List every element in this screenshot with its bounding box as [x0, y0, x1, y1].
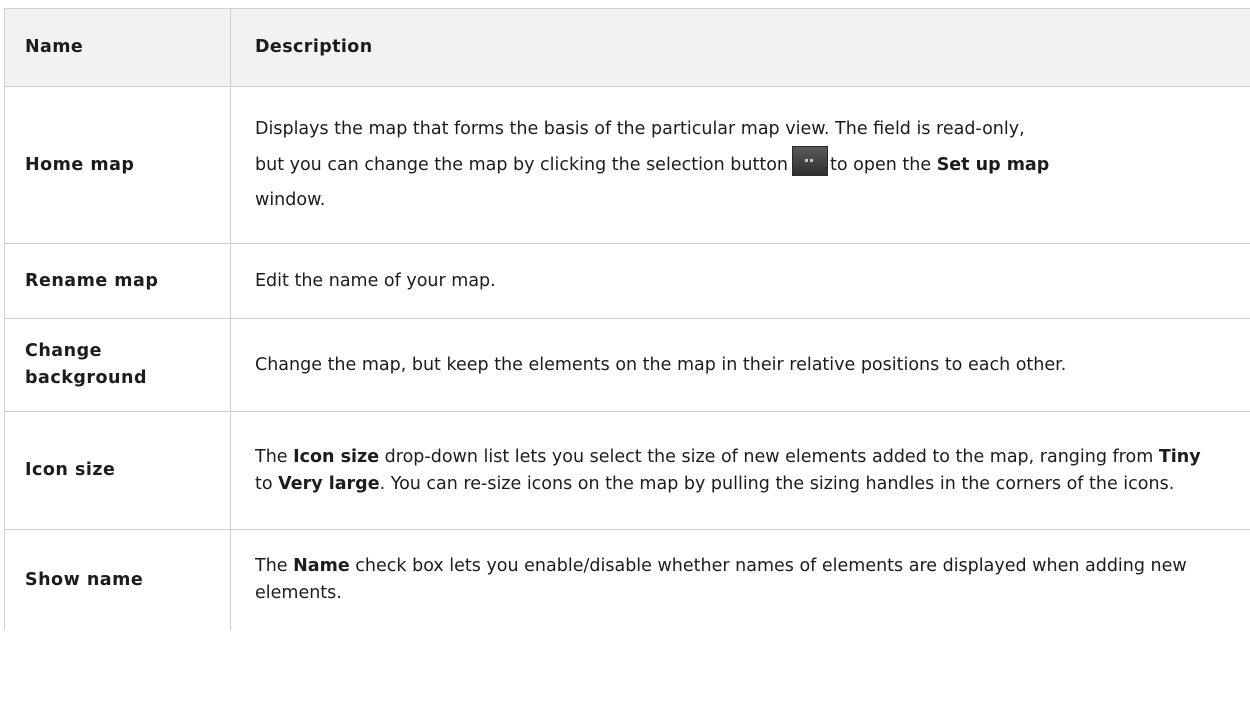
properties-table: Name Description Home map Displays the m… — [4, 8, 1250, 630]
header-description: Description — [230, 8, 1250, 87]
ellipsis-button-icon — [792, 146, 829, 176]
header-row: Name Description — [4, 8, 1250, 87]
row-name: Icon size — [4, 411, 231, 530]
table-row: Icon size The Icon size drop-down list l… — [4, 411, 1250, 530]
header-name: Name — [4, 8, 231, 87]
row-description: The Icon size drop-down list lets you se… — [230, 411, 1250, 530]
row-name: Home map — [4, 86, 231, 244]
row-description: Edit the name of your map. — [230, 243, 1250, 319]
table-row: Change background Change the map, but ke… — [4, 318, 1250, 412]
row-description: The Name check box lets you enable/disab… — [230, 529, 1250, 630]
row-name: Show name — [4, 529, 231, 630]
row-name: Rename map — [4, 243, 231, 319]
row-name: Change background — [4, 318, 231, 412]
table-row: Home map Displays the map that forms the… — [4, 86, 1250, 244]
row-description: Change the map, but keep the elements on… — [230, 318, 1250, 412]
table-row: Rename map Edit the name of your map. — [4, 243, 1250, 319]
row-description: Displays the map that forms the basis of… — [230, 86, 1250, 244]
table-row: Show name The Name check box lets you en… — [4, 529, 1250, 630]
